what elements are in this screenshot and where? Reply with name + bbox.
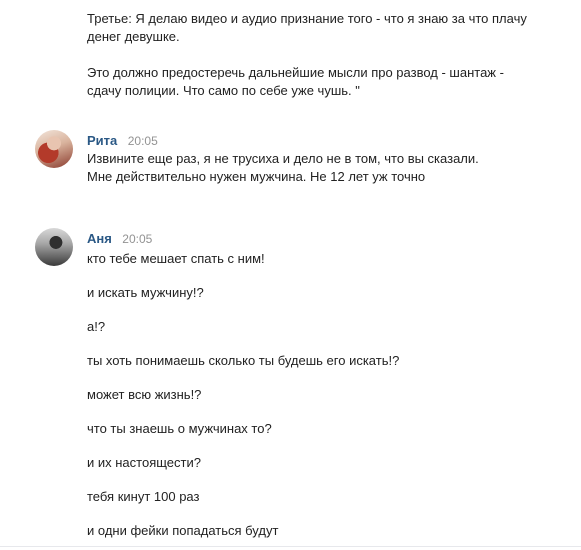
message-text: может всю жизнь!? <box>87 387 202 402</box>
message-time[interactable]: 20:05 <box>122 232 152 246</box>
avatar[interactable] <box>35 228 73 266</box>
chat-history: Третье: Я делаю видео и аудио признание … <box>0 0 581 550</box>
message-text: и искать мужчину!? <box>87 285 204 300</box>
message-header: Аня 20:05 <box>87 230 152 248</box>
message-header: Рита 20:05 <box>87 132 158 150</box>
message-text: Извините еще раз, я не трусиха и дело не… <box>87 151 479 184</box>
author-name[interactable]: Аня <box>87 231 112 246</box>
message-text: а!? <box>87 319 106 334</box>
message-text: что ты знаешь о мужчинах то? <box>87 421 272 436</box>
message-text: ты хоть понимаешь сколько ты будешь его … <box>87 353 400 368</box>
divider <box>0 546 581 547</box>
avatar[interactable] <box>35 130 73 168</box>
message-text: Это должно предостеречь дальнейшие мысли… <box>87 65 504 98</box>
message-text: и одни фейки попадаться будут <box>87 523 279 538</box>
previous-message-continuation: Третье: Я делаю видео и аудио признание … <box>87 10 527 100</box>
message-text: тебя кинут 100 раз <box>87 489 200 504</box>
author-name[interactable]: Рита <box>87 133 117 148</box>
message-text: кто тебе мешает спать с ним! <box>87 251 265 266</box>
message-body: Извините еще раз, я не трусиха и дело не… <box>87 150 527 186</box>
message-text: и их настоящести? <box>87 455 201 470</box>
message-body: кто тебе мешает спать с ним! и искать му… <box>87 250 527 540</box>
message-time[interactable]: 20:05 <box>128 134 158 148</box>
message-text: Третье: Я делаю видео и аудио признание … <box>87 11 527 44</box>
